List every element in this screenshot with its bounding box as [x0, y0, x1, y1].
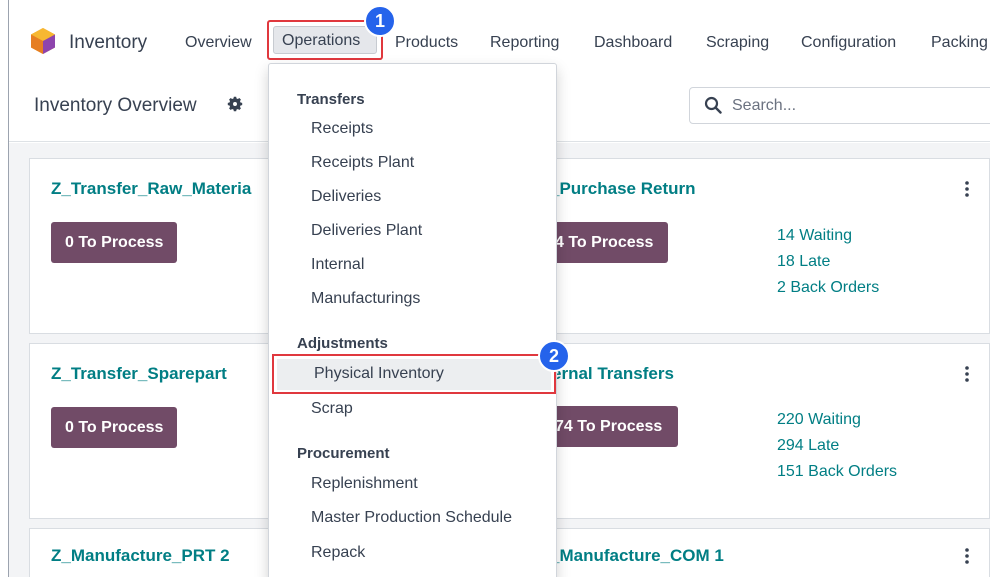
- dropdown-section-adjustments: Adjustments: [297, 335, 388, 352]
- nav-packing[interactable]: Packing: [931, 34, 988, 52]
- menu-item-physical-inventory-label: Physical Inventory: [314, 365, 444, 382]
- menu-item-deliveries-plant[interactable]: Deliveries Plant: [311, 222, 422, 240]
- menu-item-master-production-schedule[interactable]: Master Production Schedule: [311, 509, 512, 527]
- menu-item-scrap[interactable]: Scrap: [311, 400, 353, 418]
- nav-products[interactable]: Products: [395, 34, 458, 52]
- back-orders-link[interactable]: 151 Back Orders: [777, 463, 897, 481]
- to-process-button[interactable]: 0 To Process: [51, 222, 178, 263]
- operation-card[interactable]: _Purchase Return 4 To Process 14 Waiting…: [509, 158, 990, 334]
- menu-item-internal[interactable]: Internal: [311, 256, 364, 274]
- kebab-menu-icon[interactable]: [965, 548, 969, 564]
- gear-icon[interactable]: [226, 95, 244, 113]
- card-title[interactable]: _Manufacture_COM 1: [550, 546, 724, 566]
- operation-card[interactable]: ernal Transfers 74 To Process 220 Waitin…: [509, 343, 990, 519]
- card-title[interactable]: Z_Transfer_Raw_Materia: [51, 179, 251, 199]
- to-process-button[interactable]: 74 To Process: [540, 406, 678, 447]
- dropdown-section-procurement: Procurement: [297, 445, 390, 462]
- back-orders-link[interactable]: 2 Back Orders: [777, 279, 879, 297]
- late-link[interactable]: 18 Late: [777, 253, 830, 271]
- nav-reporting[interactable]: Reporting: [490, 34, 559, 52]
- card-title[interactable]: ernal Transfers: [552, 364, 674, 384]
- page-title: Inventory Overview: [34, 95, 197, 116]
- to-process-button[interactable]: 4 To Process: [540, 222, 668, 263]
- menu-item-manufacturings[interactable]: Manufacturings: [311, 290, 420, 308]
- menu-item-receipts-plant[interactable]: Receipts Plant: [311, 154, 414, 172]
- nav-operations[interactable]: Operations: [273, 26, 377, 54]
- waiting-link[interactable]: 14 Waiting: [777, 227, 852, 245]
- app-name[interactable]: Inventory: [69, 32, 147, 54]
- menu-item-repack[interactable]: Repack: [311, 544, 365, 562]
- card-title[interactable]: _Purchase Return: [550, 179, 696, 199]
- waiting-link[interactable]: 220 Waiting: [777, 411, 861, 429]
- card-title[interactable]: Z_Manufacture_PRT 2: [51, 546, 230, 566]
- operation-card[interactable]: _Manufacture_COM 1: [509, 528, 990, 577]
- menu-item-receipts[interactable]: Receipts: [311, 120, 373, 138]
- nav-operations-label: Operations: [282, 32, 361, 49]
- menu-item-physical-inventory[interactable]: Physical Inventory: [277, 359, 551, 390]
- operations-dropdown-menu: Transfers Receipts Receipts Plant Delive…: [268, 63, 557, 577]
- search-input[interactable]: Search...: [689, 87, 990, 124]
- nav-dashboard[interactable]: Dashboard: [594, 34, 672, 52]
- nav-configuration[interactable]: Configuration: [801, 34, 896, 52]
- nav-overview[interactable]: Overview: [185, 34, 252, 52]
- search-icon: [704, 96, 722, 114]
- search-placeholder: Search...: [732, 97, 797, 114]
- kebab-menu-icon[interactable]: [965, 366, 969, 382]
- physical-inventory-highlight: Physical Inventory: [272, 354, 556, 394]
- step-badge-2: 2: [538, 340, 570, 372]
- inventory-app-icon[interactable]: [31, 28, 55, 54]
- card-title[interactable]: Z_Transfer_Sparepart: [51, 364, 227, 384]
- menu-item-deliveries[interactable]: Deliveries: [311, 188, 381, 206]
- late-link[interactable]: 294 Late: [777, 437, 839, 455]
- step-badge-1: 1: [364, 5, 396, 37]
- nav-scraping[interactable]: Scraping: [706, 34, 769, 52]
- to-process-button[interactable]: 0 To Process: [51, 407, 178, 448]
- dropdown-section-transfers: Transfers: [297, 91, 365, 108]
- menu-item-replenishment[interactable]: Replenishment: [311, 475, 418, 493]
- kebab-menu-icon[interactable]: [965, 181, 969, 197]
